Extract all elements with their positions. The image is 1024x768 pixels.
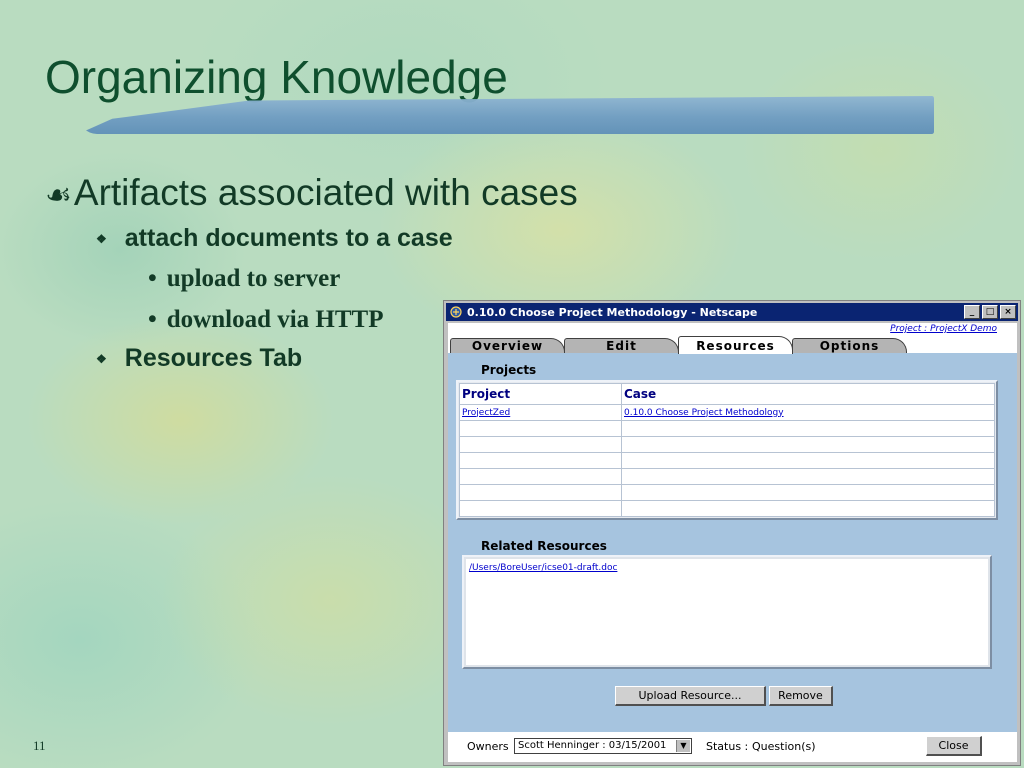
empty-cell: [459, 420, 622, 437]
tab-overview[interactable]: Overview: [450, 338, 565, 353]
table-row: ProjectZed 0.10.0 Choose Project Methodo…: [459, 404, 995, 421]
empty-cell: [459, 468, 622, 485]
empty-cell: [621, 484, 995, 501]
projects-label: Projects: [481, 363, 537, 377]
related-resources-list: /Users/BoreUser/icse01-draft.doc: [462, 555, 992, 669]
footer-bar: Owners Scott Henninger : 03/15/2001 ▼ St…: [448, 732, 1017, 762]
empty-cell: [459, 436, 622, 453]
tab-strip: Overview Edit Resources Options: [450, 336, 920, 354]
remove-button[interactable]: Remove: [769, 686, 833, 706]
project-link[interactable]: Project : ProjectX Demo: [890, 324, 997, 334]
resources-list-body: /Users/BoreUser/icse01-draft.doc: [466, 559, 988, 665]
dot-bullet-icon: •: [148, 306, 157, 333]
close-window-button[interactable]: ×: [1000, 305, 1016, 319]
column-header-case: Case: [621, 383, 995, 405]
empty-cell: [621, 468, 995, 485]
dot-bullet-icon: •: [148, 265, 157, 292]
slide-title: Organizing Knowledge: [45, 51, 508, 103]
window-title: 0.10.0 Choose Project Methodology - Nets…: [467, 305, 758, 319]
fleuron-bullet-icon: ☙: [45, 178, 72, 213]
bullet-text: Artifacts associated with cases: [73, 172, 578, 213]
browser-window: 0.10.0 Choose Project Methodology - Nets…: [443, 300, 1021, 766]
empty-cell: [621, 420, 995, 437]
diamond-bullet-icon: ❖: [96, 232, 107, 246]
bullet-text: upload to server: [166, 265, 341, 292]
page-content: Project : ProjectX Demo Overview Edit Re…: [448, 323, 1017, 762]
bullet-level1: ☙Artifacts associated with cases: [45, 172, 578, 214]
bullet-level3: • download via HTTP: [148, 306, 384, 334]
close-button[interactable]: Close: [926, 736, 982, 756]
netscape-icon: [449, 305, 463, 319]
table-row-empty: [459, 420, 995, 437]
bullet-level2: ❖ Resources Tab: [96, 344, 302, 373]
bullet-level3: • upload to server: [148, 265, 340, 293]
related-resources-label: Related Resources: [481, 539, 607, 553]
projects-table: Project Case ProjectZed 0.10.0 Choose Pr…: [459, 383, 995, 517]
bullet-text: Resources Tab: [124, 344, 303, 372]
resource-link[interactable]: /Users/BoreUser/icse01-draft.doc: [469, 563, 617, 573]
status-value: Question(s): [752, 740, 816, 753]
column-header-project: Project: [459, 383, 622, 405]
dropdown-arrow-icon[interactable]: ▼: [676, 740, 690, 752]
empty-cell: [621, 436, 995, 453]
status-label: Status :: [706, 740, 749, 753]
bullet-level2: ❖ attach documents to a case: [96, 224, 453, 253]
table-row-empty: [459, 500, 995, 517]
owners-select[interactable]: Scott Henninger : 03/15/2001 ▼: [514, 738, 692, 754]
upload-resource-button[interactable]: Upload Resource...: [615, 686, 766, 706]
tab-resources[interactable]: Resources: [678, 336, 793, 354]
tab-edit[interactable]: Edit: [564, 338, 679, 353]
slide-number: 11: [33, 738, 46, 753]
table-row-empty: [459, 452, 995, 469]
project-cell[interactable]: ProjectZed: [459, 404, 622, 421]
owners-label: Owners: [467, 740, 509, 753]
bullet-text: download via HTTP: [166, 306, 384, 333]
maximize-button[interactable]: □: [982, 305, 998, 319]
diamond-bullet-icon: ❖: [96, 352, 107, 366]
projects-table-frame: Project Case ProjectZed 0.10.0 Choose Pr…: [456, 380, 998, 520]
tab-options[interactable]: Options: [792, 338, 907, 353]
window-titlebar[interactable]: 0.10.0 Choose Project Methodology - Nets…: [446, 303, 1018, 321]
empty-cell: [459, 452, 622, 469]
table-row-empty: [459, 436, 995, 453]
bullet-text: attach documents to a case: [124, 224, 453, 252]
empty-cell: [459, 484, 622, 501]
table-row-empty: [459, 484, 995, 501]
table-header-row: Project Case: [459, 383, 995, 405]
owners-value: Scott Henninger : 03/15/2001: [518, 740, 667, 751]
empty-cell: [621, 500, 995, 517]
case-cell[interactable]: 0.10.0 Choose Project Methodology: [621, 404, 995, 421]
empty-cell: [621, 452, 995, 469]
table-row-empty: [459, 468, 995, 485]
minimize-button[interactable]: _: [964, 305, 980, 319]
empty-cell: [459, 500, 622, 517]
